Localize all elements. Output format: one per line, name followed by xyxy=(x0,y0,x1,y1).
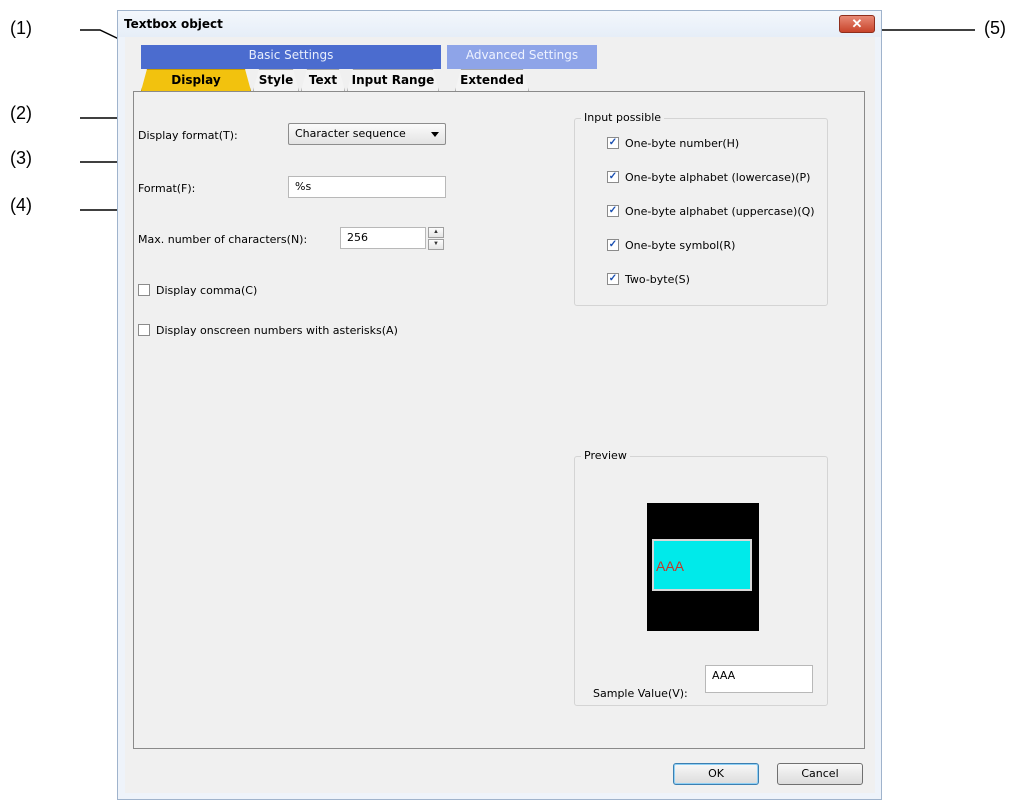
uppercase-label: One-byte alphabet (uppercase)(Q) xyxy=(625,205,815,218)
spin-up-icon[interactable]: ▲ xyxy=(428,227,444,238)
dialog-content: Basic Settings Advanced Settings Display… xyxy=(125,37,875,793)
basic-settings-group: Basic Settings xyxy=(141,45,441,69)
callout-2: (2) xyxy=(10,103,32,123)
textbox-object-dialog: Textbox object ✕ Basic Settings Advanced… xyxy=(117,10,882,800)
display-comma-label: Display comma(C) xyxy=(156,284,258,297)
sample-value-input[interactable]: AAA xyxy=(705,665,813,693)
asterisk-label: Display onscreen numbers with asterisks(… xyxy=(156,324,398,337)
display-comma-checkbox[interactable] xyxy=(138,284,150,296)
max-chars-spinner[interactable]: ▲ ▼ xyxy=(428,227,444,250)
two-byte-checkbox[interactable]: ✓ xyxy=(607,273,619,285)
tab-input-range[interactable]: Input Range xyxy=(347,69,439,91)
display-format-select[interactable]: Character sequence xyxy=(288,123,446,145)
display-format-value: Character sequence xyxy=(295,127,406,140)
preview-canvas: AAA xyxy=(647,503,759,631)
cancel-button[interactable]: Cancel xyxy=(777,763,863,785)
chevron-down-icon xyxy=(431,132,439,137)
one-byte-number-label: One-byte number(H) xyxy=(625,137,740,150)
ok-button[interactable]: OK xyxy=(673,763,759,785)
callout-1: (1) xyxy=(10,18,32,38)
title-bar: Textbox object ✕ xyxy=(118,11,881,37)
one-byte-symbol-label: One-byte symbol(R) xyxy=(625,239,736,252)
lowercase-label: One-byte alphabet (lowercase)(P) xyxy=(625,171,811,184)
input-possible-title: Input possible xyxy=(581,111,665,124)
input-possible-group: Input possible ✓ One-byte number(H) ✓ On… xyxy=(574,111,828,306)
max-chars-label: Max. number of characters(N): xyxy=(138,233,308,246)
tab-text[interactable]: Text xyxy=(301,69,345,91)
lowercase-checkbox[interactable]: ✓ xyxy=(607,171,619,183)
two-byte-label: Two-byte(S) xyxy=(625,273,690,286)
callout-3: (3) xyxy=(10,148,32,168)
callout-5: (5) xyxy=(984,18,1006,38)
callout-4: (4) xyxy=(10,195,32,215)
display-settings-panel: Display format(T): Character sequence Fo… xyxy=(133,91,865,749)
max-chars-input[interactable]: 256 xyxy=(340,227,426,249)
uppercase-checkbox[interactable]: ✓ xyxy=(607,205,619,217)
advanced-settings-group: Advanced Settings xyxy=(447,45,597,69)
close-icon[interactable]: ✕ xyxy=(839,15,875,33)
format-input[interactable]: %s xyxy=(288,176,446,198)
preview-group: Preview AAA Sample Value(V): AAA xyxy=(574,449,828,706)
display-format-label: Display format(T): xyxy=(138,129,238,142)
asterisk-checkbox[interactable] xyxy=(138,324,150,336)
one-byte-number-checkbox[interactable]: ✓ xyxy=(607,137,619,149)
one-byte-symbol-checkbox[interactable]: ✓ xyxy=(607,239,619,251)
window-title: Textbox object xyxy=(124,17,223,31)
tab-display-settings[interactable]: Display Settings xyxy=(141,69,251,91)
preview-title: Preview xyxy=(581,449,630,462)
format-label: Format(F): xyxy=(138,182,196,195)
tab-style[interactable]: Style xyxy=(253,69,299,91)
tab-extended[interactable]: Extended xyxy=(455,69,529,91)
spin-down-icon[interactable]: ▼ xyxy=(428,239,444,250)
preview-textbox: AAA xyxy=(652,539,752,591)
sample-value-label: Sample Value(V): xyxy=(593,687,688,700)
